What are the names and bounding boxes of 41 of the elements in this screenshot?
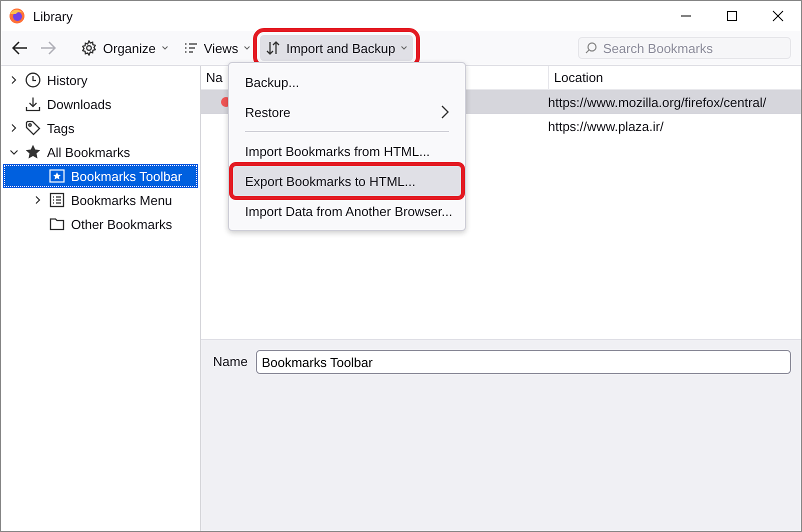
tree-item[interactable]: Bookmarks Menu xyxy=(1,188,200,212)
list-icon xyxy=(49,192,65,208)
folder-icon xyxy=(49,216,65,232)
field-label: Name xyxy=(213,353,248,371)
caret-icon xyxy=(162,46,168,50)
firefox-logo-icon xyxy=(9,8,25,24)
caret-icon xyxy=(401,46,408,50)
star-box-icon xyxy=(49,168,65,184)
table-cell: https://www.mozilla.org/firefox/central/ xyxy=(548,94,766,110)
back-arrow-icon[interactable] xyxy=(12,41,28,55)
column-header[interactable]: Na xyxy=(206,70,223,85)
menu-item[interactable]: Export Bookmarks to HTML... xyxy=(233,166,461,196)
chevron-icon[interactable] xyxy=(9,75,19,85)
tag-icon xyxy=(25,120,41,136)
tree-item[interactable]: Downloads xyxy=(1,92,200,116)
star-icon xyxy=(25,144,41,160)
sort-arrows-icon xyxy=(266,41,280,55)
name-field[interactable]: Bookmarks Toolbar xyxy=(256,350,791,374)
tree-item[interactable]: History xyxy=(1,68,200,92)
clock-icon xyxy=(25,72,41,88)
gear-icon xyxy=(81,40,97,56)
list-icon xyxy=(184,42,198,54)
tree-item[interactable]: Bookmarks Toolbar xyxy=(3,164,198,188)
download-icon xyxy=(25,96,41,112)
toolbar-button[interactable]: Import and Backup xyxy=(260,35,414,61)
column-header[interactable]: Location xyxy=(549,70,604,85)
menu-item[interactable]: Import Data from Another Browser... xyxy=(233,196,461,226)
toolbar-button[interactable]: Views xyxy=(178,35,256,61)
toolbar-button[interactable]: Organize xyxy=(75,35,174,61)
tree-item[interactable]: Tags xyxy=(1,116,200,140)
chevron-right-icon xyxy=(441,105,449,119)
table-cell: https://www.plaza.ir/ xyxy=(548,118,664,134)
chevron-icon[interactable] xyxy=(9,123,19,133)
menu-item[interactable]: Import Bookmarks from HTML... xyxy=(233,136,461,166)
chevron-icon[interactable] xyxy=(33,195,43,205)
tree-item[interactable]: Other Bookmarks xyxy=(1,212,200,236)
window-title: Library xyxy=(33,8,73,24)
search-field[interactable]: Search Bookmarks xyxy=(578,37,791,59)
chevron-icon[interactable] xyxy=(9,147,19,157)
caret-icon xyxy=(244,46,250,50)
tree-item[interactable]: All Bookmarks xyxy=(1,140,200,164)
